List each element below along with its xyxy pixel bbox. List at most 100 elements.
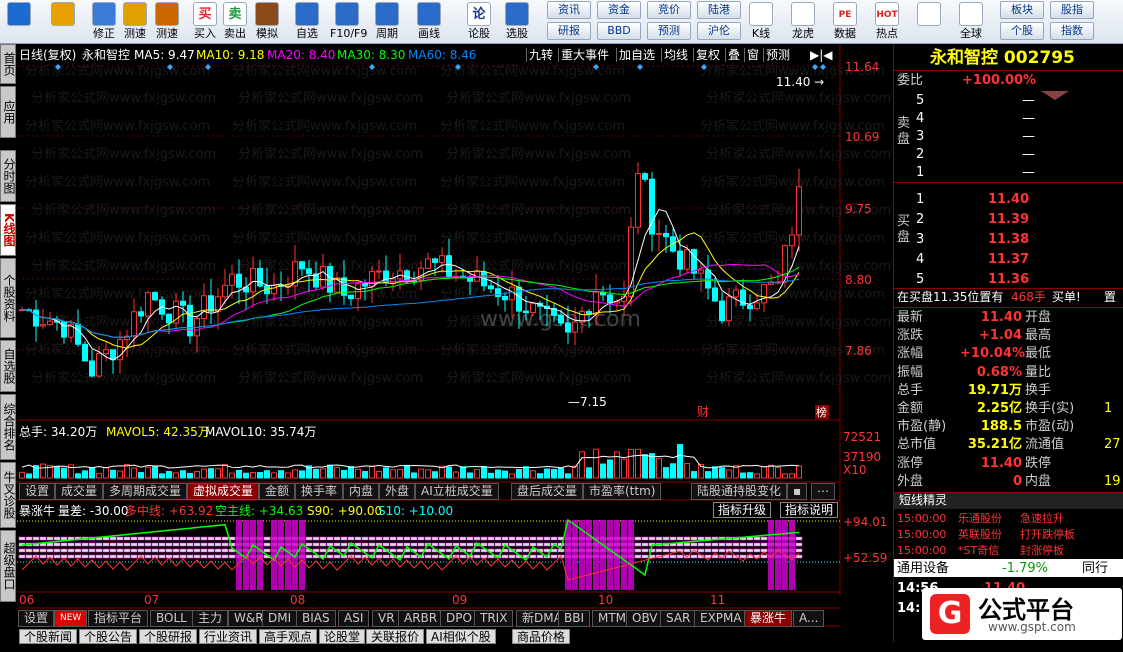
short-stock[interactable]: *ST奇信 <box>958 542 999 559</box>
news-tab-0[interactable]: 个股新闻 <box>19 629 78 644</box>
indicator-tab-20[interactable]: A... <box>793 610 825 627</box>
toolbar-button-0[interactable] <box>2 1 36 43</box>
panel-tab-9[interactable]: 盘后成交量 <box>511 483 584 500</box>
indicator-tab-16[interactable]: OBV <box>626 610 664 627</box>
panel-tab-6[interactable]: 内盘 <box>343 483 380 500</box>
toolbar-right-2[interactable]: PE 数据 <box>828 1 862 43</box>
toolbar-button-3[interactable]: 测速 <box>118 1 152 43</box>
indicator-tab-11[interactable]: DPO <box>440 610 478 627</box>
news-tab-5[interactable]: 论股堂 <box>319 629 366 644</box>
indicator-tab-10[interactable]: ARBR <box>398 610 444 627</box>
short-time[interactable]: 15:00:00 <box>897 526 946 543</box>
news-tab-8[interactable]: 商品价格 <box>512 629 571 644</box>
left-tab-2[interactable]: 分时图 <box>0 150 16 202</box>
panel-tab-3[interactable]: 虚拟成交量 <box>187 483 260 500</box>
indicator-tab-18[interactable]: EXPMA <box>694 610 748 627</box>
news-tab-7[interactable]: AI相似个股 <box>426 629 496 644</box>
toolbar-right-small-1[interactable]: 股指 <box>1050 1 1094 19</box>
toolbar-button-12[interactable]: 论论股 <box>462 1 496 43</box>
collapse-arrow-icon[interactable] <box>1041 91 1069 100</box>
toolbar-button-5[interactable]: 买买入 <box>188 1 222 43</box>
toolbar-button-7[interactable]: 模拟 <box>250 1 284 43</box>
toolbar-small-5[interactable]: BBD <box>597 22 641 40</box>
chart-tab-0[interactable]: 九转 <box>526 48 555 62</box>
indicator-tab-1[interactable]: NEW <box>54 610 88 627</box>
toolbar-small-3[interactable]: 陆港 <box>697 1 741 19</box>
indicator-tab-17[interactable]: SAR <box>660 610 697 627</box>
left-tab-6[interactable]: 综合排名 <box>0 394 16 460</box>
expand-right-icon[interactable]: ▶|◀ <box>810 48 833 62</box>
toolbar-small-6[interactable]: 预测 <box>647 22 691 40</box>
toolbar-small-1[interactable]: 资金 <box>597 1 641 19</box>
kline-chart-area[interactable]: 分析家公式网www.fxjgsw.com 分析家公式网www.fxjgsw.com… <box>17 44 893 642</box>
toolbar-button-4[interactable]: 测速 <box>150 1 184 43</box>
indicator-tab-0[interactable]: 设置 <box>18 610 55 627</box>
short-time[interactable]: 15:00:00 <box>897 510 946 527</box>
panel-tab-0[interactable]: 设置 <box>19 483 56 500</box>
news-tab-4[interactable]: 高手观点 <box>259 629 318 644</box>
chart-tab-6[interactable]: 窗 <box>744 48 761 62</box>
news-tab-1[interactable]: 个股公告 <box>79 629 138 644</box>
toolbar-button-10[interactable]: 周期 <box>370 1 404 43</box>
indicator-tab-19[interactable]: 暴涨牛 <box>744 610 793 627</box>
left-tab-3[interactable]: K线图 <box>0 204 16 256</box>
indicator-tab-8[interactable]: ASI <box>338 610 370 627</box>
panel-tab-8[interactable]: AI立桩成交量 <box>415 483 499 500</box>
short-event[interactable]: 封涨停板 <box>1020 542 1064 559</box>
indicator-help-button[interactable]: 指标说明 <box>780 502 839 518</box>
toolbar-right-4[interactable] <box>912 1 946 43</box>
panel-tab-5[interactable]: 换手率 <box>295 483 344 500</box>
left-tab-7[interactable]: 牛叉诊股 <box>0 462 16 528</box>
indicator-tab-4[interactable]: 主力 <box>192 610 229 627</box>
toolbar-small-7[interactable]: 沪伦 <box>697 22 741 40</box>
toolbar-button-2[interactable]: 修正 <box>87 1 121 43</box>
short-event[interactable]: 急速拉升 <box>1020 510 1064 527</box>
indicator-tab-6[interactable]: DMI <box>262 610 298 627</box>
panel-tab-12[interactable]: ▪ <box>787 483 808 500</box>
toolbar-right-0[interactable]: K线 <box>744 1 778 43</box>
toolbar-button-9[interactable]: F10/F9 <box>330 1 367 43</box>
news-tab-3[interactable]: 行业资讯 <box>199 629 258 644</box>
chart-tab-7[interactable]: 预测 <box>763 48 792 62</box>
chart-tab-3[interactable]: 均线 <box>661 48 690 62</box>
toolbar-right-small-0[interactable]: 板块 <box>1000 1 1044 19</box>
toolbar-right-5[interactable]: 全球 <box>954 1 988 43</box>
indicator-tab-7[interactable]: BIAS <box>296 610 336 627</box>
news-tab-6[interactable]: 关联报价 <box>366 629 425 644</box>
toolbar-right-3[interactable]: HOT 热点 <box>870 1 904 43</box>
short-stock[interactable]: 乐通股份 <box>958 510 1002 527</box>
panel-tab-4[interactable]: 金额 <box>259 483 296 500</box>
short-time[interactable]: 15:00:00 <box>897 542 946 559</box>
panel-tab-10[interactable]: 市盈率(ttm) <box>583 483 662 500</box>
toolbar-small-2[interactable]: 竞价 <box>647 1 691 19</box>
short-stock[interactable]: 英联股份 <box>958 526 1002 543</box>
toolbar-button-13[interactable]: 选股 <box>500 1 534 43</box>
toolbar-button-11[interactable]: 画线 <box>412 1 446 43</box>
panel-tab-1[interactable]: 成交量 <box>55 483 104 500</box>
indicator-upgrade-button[interactable]: 指标升级 <box>713 502 772 518</box>
device-label[interactable]: 通用设备 <box>897 560 949 577</box>
panel-tab-13[interactable]: ⋯ <box>811 483 835 500</box>
indicator-tab-9[interactable]: VR <box>372 610 401 627</box>
panel-tab-7[interactable]: 外盘 <box>379 483 416 500</box>
left-tab-4[interactable]: 个股资料 <box>0 258 16 338</box>
indicator-tab-12[interactable]: TRIX <box>474 610 514 627</box>
chart-tab-4[interactable]: 复权 <box>693 48 722 62</box>
indicator-tab-2[interactable]: 指标平台 <box>88 610 149 627</box>
toolbar-button-1[interactable] <box>46 1 80 43</box>
toolbar-button-6[interactable]: 卖卖出 <box>218 1 252 43</box>
toolbar-right-small-3[interactable]: 指数 <box>1050 22 1094 40</box>
panel-tab-2[interactable]: 多周期成交量 <box>103 483 188 500</box>
chart-tab-1[interactable]: 重大事件 <box>558 48 611 62</box>
toolbar-right-small-2[interactable]: 个股 <box>1000 22 1044 40</box>
chart-tab-2[interactable]: 加自选 <box>616 48 657 62</box>
chart-tab-5[interactable]: 叠 <box>725 48 742 62</box>
toolbar-right-1[interactable]: 龙虎 <box>786 1 820 43</box>
indicator-tab-3[interactable]: BOLL <box>150 610 193 627</box>
short-event[interactable]: 打开跌停板 <box>1020 526 1075 543</box>
panel-tab-11[interactable]: 陆股通持股变化 <box>691 483 788 500</box>
left-tab-0[interactable]: 首页 <box>0 44 16 84</box>
news-tab-2[interactable]: 个股研报 <box>139 629 198 644</box>
indicator-tab-14[interactable]: BBI <box>558 610 591 627</box>
left-tab-1[interactable]: 应用 <box>0 86 16 138</box>
